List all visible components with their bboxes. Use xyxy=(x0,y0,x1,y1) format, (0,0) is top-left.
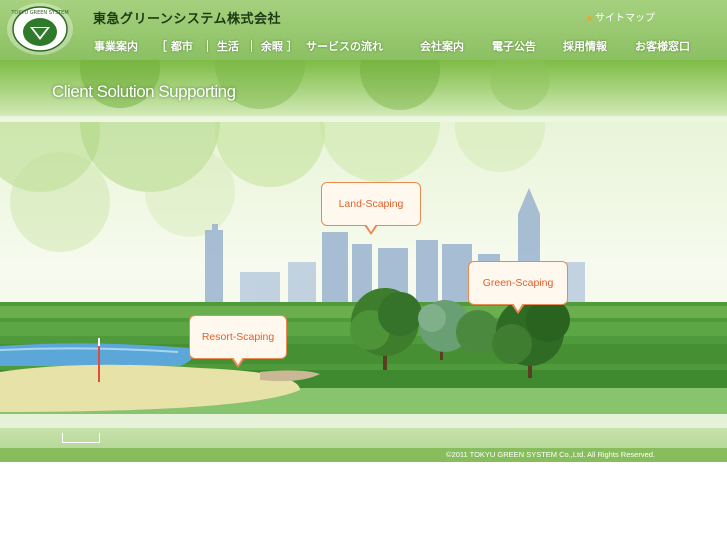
lower-band xyxy=(0,428,727,448)
nav-item-leisure[interactable]: ｜ 余暇 ］ xyxy=(246,38,298,54)
copyright-text: ©2011 TOKYU GREEN SYSTEM Co.,Ltd. All Ri… xyxy=(446,450,655,459)
nav-item-service-flow[interactable]: サービスの流れ xyxy=(306,38,383,54)
landscape-graphic xyxy=(0,122,727,414)
page: TOKYU GREEN SYSTEM 東急グリーンシステム株式会社 ▸ サイトマッ… xyxy=(0,0,727,545)
resort-scaping-bubble[interactable]: Resort-Scaping xyxy=(189,315,287,368)
arrow-right-icon: ▸ xyxy=(588,13,594,24)
nav-item-life[interactable]: ｜ 生活 xyxy=(202,38,239,54)
land-scaping-bubble[interactable]: Land-Scaping xyxy=(321,182,421,235)
nav-item-company[interactable]: 会社案内 xyxy=(420,38,464,54)
hero-banner: Client Solution Supporting xyxy=(0,60,727,122)
logo-text: TOKYU GREEN SYSTEM xyxy=(10,10,68,16)
divider-band xyxy=(0,414,727,428)
footer: ©2011 TOKYU GREEN SYSTEM Co.,Ltd. All Ri… xyxy=(0,448,727,462)
landscape-illustration: Land-Scaping Green-Scaping Resort-Scapin… xyxy=(0,122,727,414)
nav-item-business[interactable]: 事業案内 xyxy=(94,38,138,54)
banner-title: Client Solution Supporting xyxy=(52,82,236,101)
company-logo[interactable]: TOKYU GREEN SYSTEM xyxy=(6,2,78,56)
lower-band-bracket xyxy=(62,433,100,443)
nav-item-city[interactable]: ［ 都市 xyxy=(156,38,193,54)
header: TOKYU GREEN SYSTEM 東急グリーンシステム株式会社 ▸ サイトマッ… xyxy=(0,0,727,60)
nav-item-e-notice[interactable]: 電子公告 xyxy=(492,38,536,54)
sitemap-label: サイトマップ xyxy=(595,13,656,24)
nav-item-contact[interactable]: お客様窓口 xyxy=(635,38,690,54)
green-scaping-bubble[interactable]: Green-Scaping xyxy=(468,261,568,314)
sitemap-link[interactable]: ▸ サイトマップ xyxy=(588,9,655,24)
nav-item-recruit[interactable]: 採用情報 xyxy=(563,38,607,54)
company-name: 東急グリーンシステム株式会社 xyxy=(93,12,281,27)
